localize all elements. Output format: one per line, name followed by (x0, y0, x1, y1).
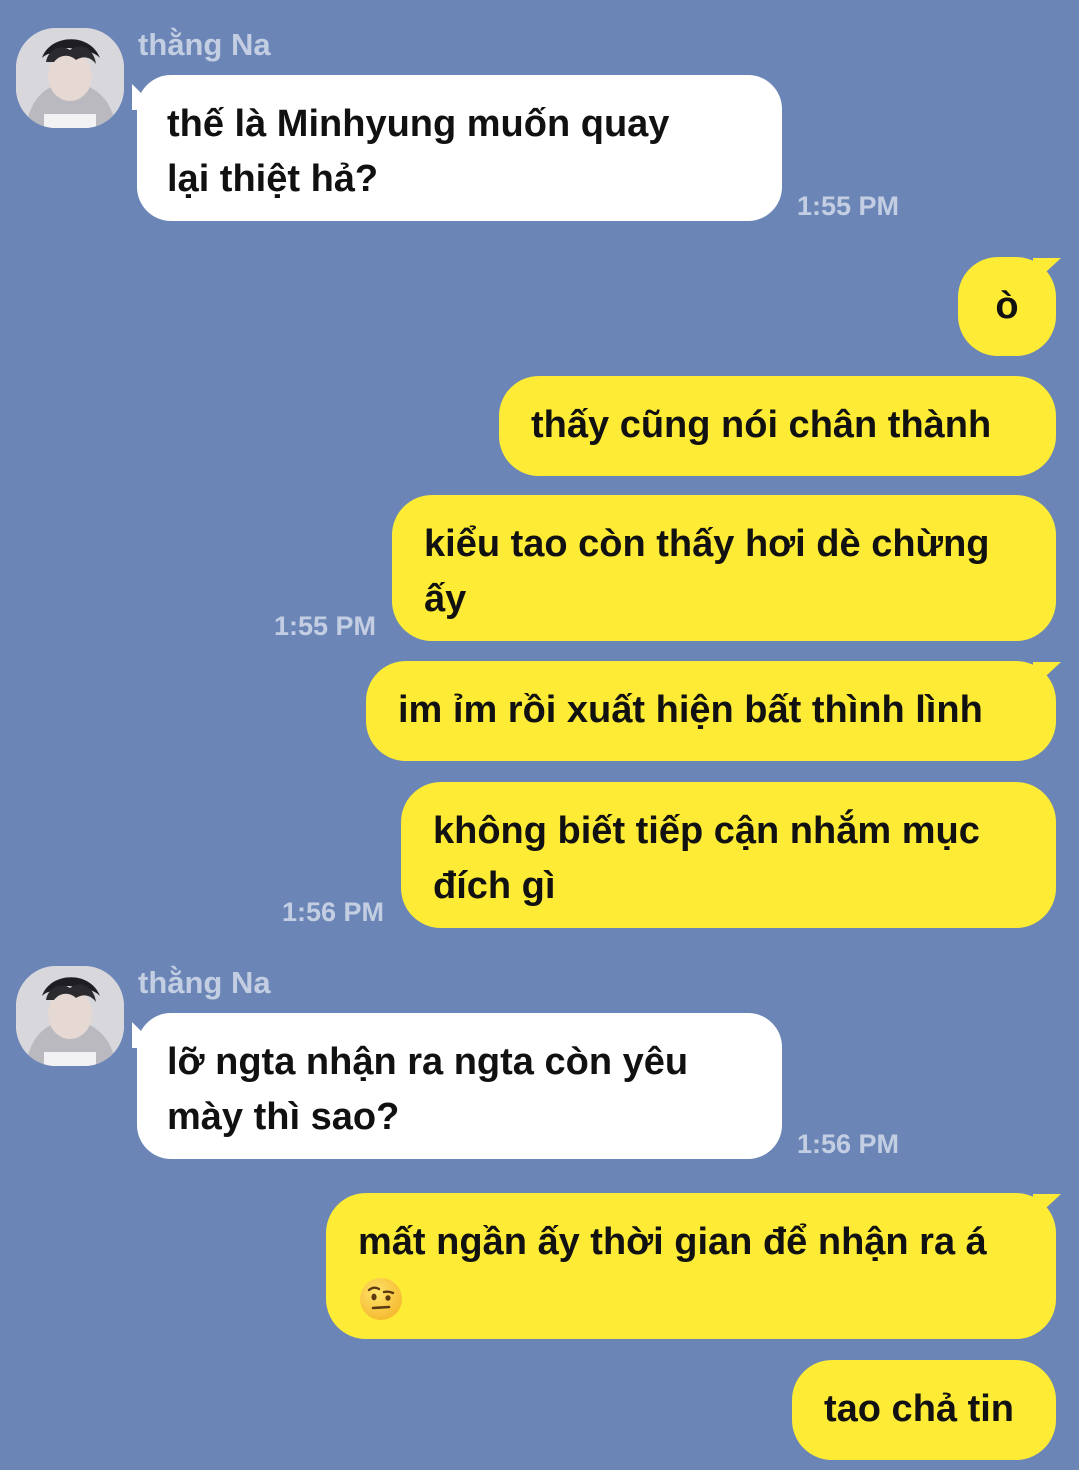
message-text-line: đích gì (433, 865, 556, 907)
contact-avatar[interactable] (16, 28, 124, 128)
avatar-photo (16, 966, 124, 1066)
outgoing-message-bubble[interactable]: thấy cũng nói chân thành (499, 376, 1056, 476)
message-text-line: lại thiệt hả? (167, 158, 379, 200)
message-text-line: kiểu tao còn thấy hơi dè chừng (424, 523, 990, 565)
message-text-line: thế là Minhyung muốn quay (167, 103, 670, 145)
message-text-line: im ỉm rồi xuất hiện bất thình lình (398, 689, 983, 731)
outgoing-message-bubble[interactable]: ò (958, 257, 1056, 356)
message-timestamp: 1:55 PM (797, 191, 900, 221)
message-timestamp: 1:55 PM (274, 611, 377, 641)
contact-avatar[interactable] (16, 966, 124, 1066)
message-text-line: mày thì sao? (167, 1096, 400, 1138)
avatar-photo (16, 28, 124, 128)
message-text-line: mất ngần ấy thời gian để nhận ra á (358, 1221, 987, 1263)
message-timestamp: 1:56 PM (797, 1129, 900, 1159)
message-text-line: ấy (424, 578, 467, 620)
chat-thread[interactable]: thằng Na thế là Minhyung muốn quay lại t… (0, 0, 1079, 1470)
outgoing-message-bubble[interactable]: kiểu tao còn thấy hơi dè chừng ấy (392, 495, 1056, 641)
incoming-message-bubble[interactable]: thế là Minhyung muốn quay lại thiệt hả? (137, 75, 782, 221)
outgoing-message-bubble[interactable]: tao chả tin (792, 1360, 1056, 1460)
outgoing-message-bubble[interactable]: mất ngần ấy thời gian để nhận ra á (326, 1193, 1056, 1339)
raised-eyebrow-emoji (360, 1277, 402, 1320)
message-text-line: thấy cũng nói chân thành (531, 404, 992, 446)
message-text-line: ò (995, 285, 1019, 327)
message-text-line: không biết tiếp cận nhắm mục (433, 810, 980, 852)
sender-name: thằng Na (138, 27, 271, 62)
message-text-line: tao chả tin (824, 1388, 1015, 1430)
message-text-line: lỡ ngta nhận ra ngta còn yêu (167, 1041, 689, 1083)
outgoing-message-bubble[interactable]: im ỉm rồi xuất hiện bất thình lình (366, 661, 1056, 761)
incoming-message-bubble[interactable]: lỡ ngta nhận ra ngta còn yêu mày thì sao… (137, 1013, 782, 1159)
sender-name: thằng Na (138, 965, 271, 1000)
outgoing-message-bubble[interactable]: không biết tiếp cận nhắm mục đích gì (401, 782, 1056, 928)
message-timestamp: 1:56 PM (282, 897, 385, 927)
message-emoji-line (358, 1270, 1024, 1325)
